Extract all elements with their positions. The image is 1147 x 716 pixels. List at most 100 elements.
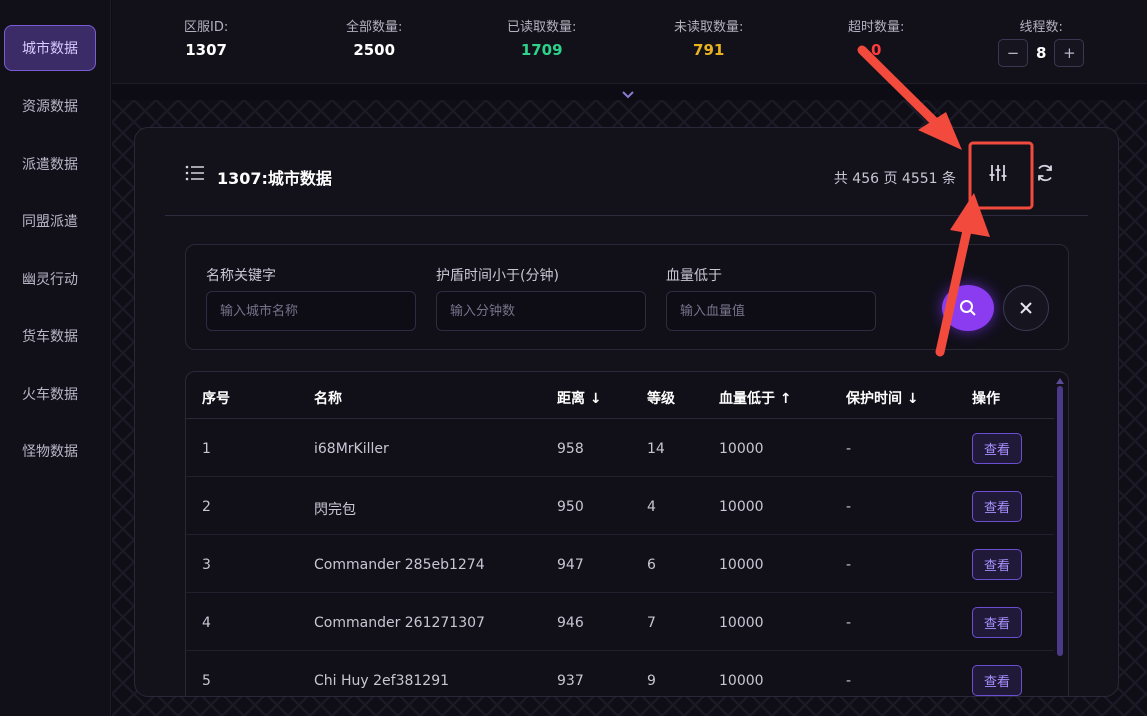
clear-button[interactable]	[1003, 285, 1049, 331]
view-button[interactable]: 查看	[972, 549, 1022, 580]
stat-server-id: 区服ID: 1307	[184, 16, 228, 59]
table-scrollbar[interactable]	[1056, 378, 1064, 678]
city-name-input[interactable]	[206, 291, 416, 331]
cell-index: 1	[202, 441, 211, 457]
filter-panel: 名称关键字 护盾时间小于(分钟) 血量低于	[185, 244, 1069, 350]
cell-shield-time: -	[846, 615, 852, 631]
table-row: 4 Commander 261271307 946 7 10000 - 查看	[186, 593, 1054, 651]
stat-unread: 未读取数量: 791	[674, 16, 743, 59]
stat-value: 1709	[520, 41, 563, 59]
sidebar-item-ghost-ops[interactable]: 幽灵行动	[4, 256, 96, 302]
column-shield-time[interactable]: 保护时间 ↓	[846, 388, 919, 408]
refresh-button[interactable]	[1032, 160, 1058, 186]
threads-value: 8	[1036, 44, 1047, 62]
page-title: 1307:城市数据	[217, 169, 332, 188]
search-button[interactable]	[942, 285, 994, 331]
threads-minus-button[interactable]: −	[998, 39, 1028, 67]
filter-toggle-button[interactable]	[983, 158, 1013, 188]
stat-value: 2500	[353, 41, 396, 59]
table-row: 3 Commander 285eb1274 947 6 10000 - 查看	[186, 535, 1054, 593]
cell-hp: 10000	[719, 441, 764, 457]
cell-level: 4	[647, 499, 656, 515]
cell-level: 9	[647, 673, 656, 689]
hp-value-input[interactable]	[666, 291, 876, 331]
sliders-icon	[989, 165, 1007, 181]
filter-shield-label: 护盾时间小于(分钟)	[436, 268, 559, 284]
stat-label: 未读取数量:	[674, 20, 744, 35]
stat-threads: 线程数: − 8 +	[998, 16, 1085, 67]
view-button[interactable]: 查看	[972, 665, 1022, 696]
cell-hp: 10000	[719, 673, 764, 689]
view-button[interactable]: 查看	[972, 607, 1022, 638]
cell-shield-time: -	[846, 441, 852, 457]
sidebar-item-resource-data[interactable]: 资源数据	[4, 83, 96, 129]
column-distance[interactable]: 距离 ↓	[557, 388, 602, 408]
filter-hp: 血量低于	[666, 265, 876, 331]
cell-index: 2	[202, 499, 211, 515]
cell-hp: 10000	[719, 615, 764, 631]
city-data-card: 1307:城市数据 共 456 页 4551 条 名称关键字 输入城市名称 护盾…	[134, 127, 1119, 697]
stat-value: 1307	[185, 41, 227, 59]
view-button[interactable]: 查看	[972, 433, 1022, 464]
cell-name: Commander 261271307	[314, 615, 485, 631]
filter-name: 名称关键字	[206, 265, 416, 331]
cell-name: i68MrKiller	[314, 441, 389, 457]
scroll-up-icon[interactable]	[1056, 378, 1064, 384]
stat-timeout: 超时数量: 0	[848, 16, 904, 59]
table-header: 序号 名称 距离 ↓ 等级 血量低于 ↑ 保护时间 ↓ 操作	[186, 372, 1054, 419]
cell-name: 閃完包	[314, 502, 356, 518]
stat-label: 已读取数量:	[507, 20, 577, 35]
cell-shield-time: -	[846, 673, 852, 689]
refresh-icon	[1038, 164, 1052, 182]
sidebar-item-monster-data[interactable]: 怪物数据	[4, 428, 96, 474]
table-row: 1 i68MrKiller 958 14 10000 - 查看	[186, 419, 1054, 477]
chevron-down-icon[interactable]	[621, 90, 635, 100]
cell-distance: 958	[557, 441, 584, 457]
sidebar-item-alliance-dispatch[interactable]: 同盟派遣	[4, 198, 96, 244]
cell-name: Chi Huy 2ef381291	[314, 673, 450, 689]
column-index: 序号	[202, 391, 230, 407]
cell-index: 3	[202, 557, 211, 573]
column-level: 等级	[647, 391, 675, 407]
filter-shield: 护盾时间小于(分钟)	[436, 265, 646, 331]
cell-hp: 10000	[719, 499, 764, 515]
close-icon	[1020, 302, 1032, 314]
sidebar-item-city-data[interactable]: 城市数据	[4, 25, 96, 71]
shield-minutes-input[interactable]	[436, 291, 646, 331]
column-hp[interactable]: 血量低于 ↑	[719, 388, 792, 408]
card-header: 1307:城市数据 共 456 页 4551 条	[165, 128, 1088, 216]
city-table: 序号 名称 距离 ↓ 等级 血量低于 ↑ 保护时间 ↓ 操作 1 i68MrKi…	[185, 371, 1069, 696]
cell-level: 14	[647, 441, 665, 457]
filter-hp-label: 血量低于	[666, 268, 722, 284]
stat-label: 超时数量:	[848, 20, 905, 35]
cell-hp: 10000	[719, 557, 764, 573]
cell-distance: 946	[557, 615, 584, 631]
pagination-summary: 共 456 页 4551 条	[833, 171, 956, 187]
threads-plus-button[interactable]: +	[1054, 39, 1085, 67]
cell-name: Commander 285eb1274	[314, 557, 485, 573]
sidebar-item-train-data[interactable]: 火车数据	[4, 371, 96, 417]
stat-total: 全部数量: 2500	[346, 16, 402, 59]
sidebar-item-truck-data[interactable]: 货车数据	[4, 313, 96, 359]
cell-index: 5	[202, 673, 211, 689]
view-button[interactable]: 查看	[972, 491, 1022, 522]
table-row: 5 Chi Huy 2ef381291 937 9 10000 - 查看	[186, 651, 1054, 696]
threads-stepper: − 8 +	[998, 39, 1085, 67]
cell-index: 4	[202, 615, 211, 631]
stat-value: 791	[693, 41, 725, 59]
stats-bar: 区服ID: 1307 全部数量: 2500 已读取数量: 1709 未读取数量:…	[112, 0, 1147, 84]
stat-label: 区服ID:	[184, 20, 229, 35]
cell-level: 6	[647, 557, 656, 573]
cell-distance: 950	[557, 499, 584, 515]
stat-label: 线程数:	[1019, 20, 1063, 35]
scroll-thumb[interactable]	[1057, 386, 1063, 656]
table-row: 2 閃完包 950 4 10000 - 查看	[186, 477, 1054, 535]
cell-distance: 937	[557, 673, 584, 689]
search-icon	[960, 300, 976, 316]
stat-label: 全部数量:	[346, 20, 403, 35]
list-icon	[185, 165, 204, 181]
sidebar: 城市数据 资源数据 派遣数据 同盟派遣 幽灵行动 货车数据 火车数据 怪物数据	[0, 0, 111, 716]
sidebar-item-dispatch-data[interactable]: 派遣数据	[4, 141, 96, 187]
filter-name-label: 名称关键字	[206, 268, 276, 284]
cell-level: 7	[647, 615, 656, 631]
